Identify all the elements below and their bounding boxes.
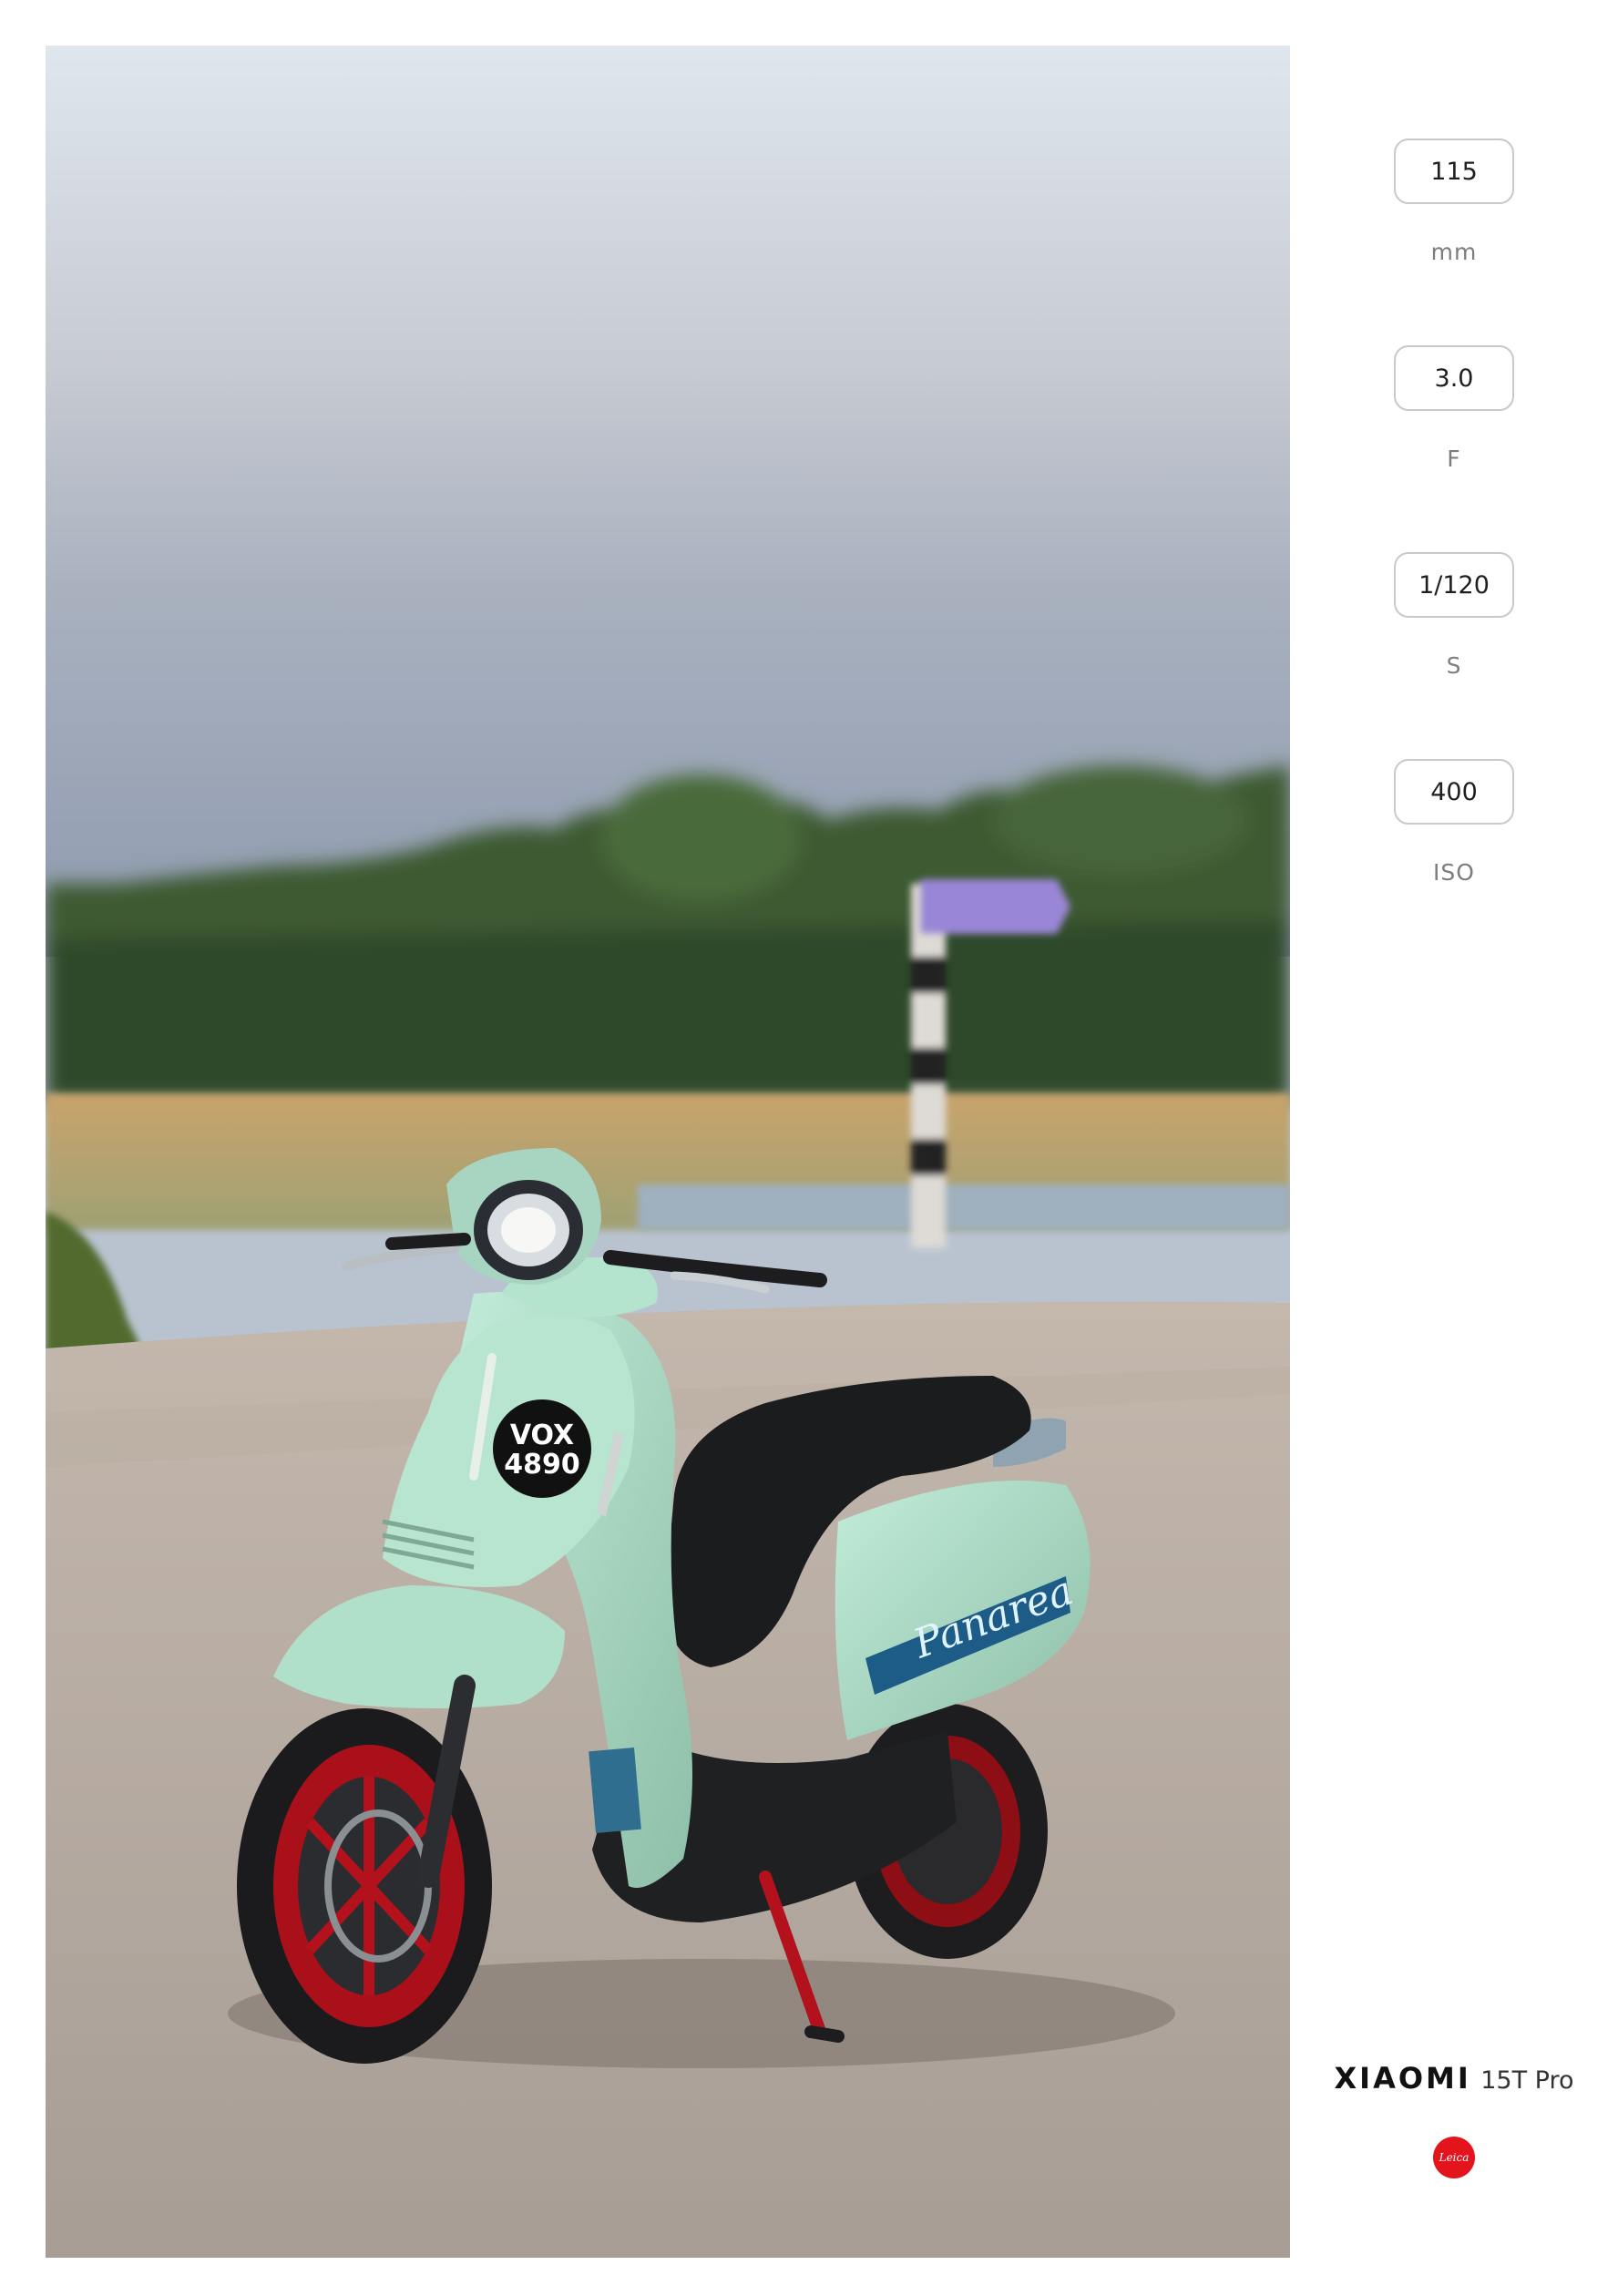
aperture-value: 3.0: [1394, 345, 1514, 411]
plate-line-2: 4890: [504, 1449, 580, 1481]
iso-unit: ISO: [1433, 859, 1475, 886]
aperture-unit: F: [1447, 446, 1461, 472]
plate-line-1: VOX: [510, 1420, 574, 1451]
iso-value: 400: [1394, 759, 1514, 825]
shutter-unit: S: [1446, 652, 1462, 679]
iso-param: 400 ISO: [1290, 759, 1618, 886]
scooter-photo: Panarea VOX 4890: [46, 46, 1290, 2258]
shutter-value: 1/120: [1394, 552, 1514, 618]
brand-line: XIAOMI 15T Pro: [1290, 2061, 1618, 2096]
device-model: 15T Pro: [1480, 2066, 1574, 2095]
aperture-param: 3.0 F: [1290, 345, 1618, 472]
leica-logo-text: Leica: [1439, 2151, 1470, 2164]
leica-logo-icon: Leica: [1433, 2137, 1475, 2178]
exif-sidebar: 115 mm 3.0 F 1/120 S 400 ISO XIAOMI 15T …: [1290, 0, 1618, 2296]
focal-length-unit: mm: [1430, 239, 1478, 265]
focal-length-param: 115 mm: [1290, 138, 1618, 265]
xiaomi-logo: XIAOMI: [1334, 2061, 1471, 2096]
photo: Panarea VOX 4890: [46, 46, 1290, 2258]
shutter-param: 1/120 S: [1290, 552, 1618, 679]
focal-length-value: 115: [1394, 138, 1514, 204]
